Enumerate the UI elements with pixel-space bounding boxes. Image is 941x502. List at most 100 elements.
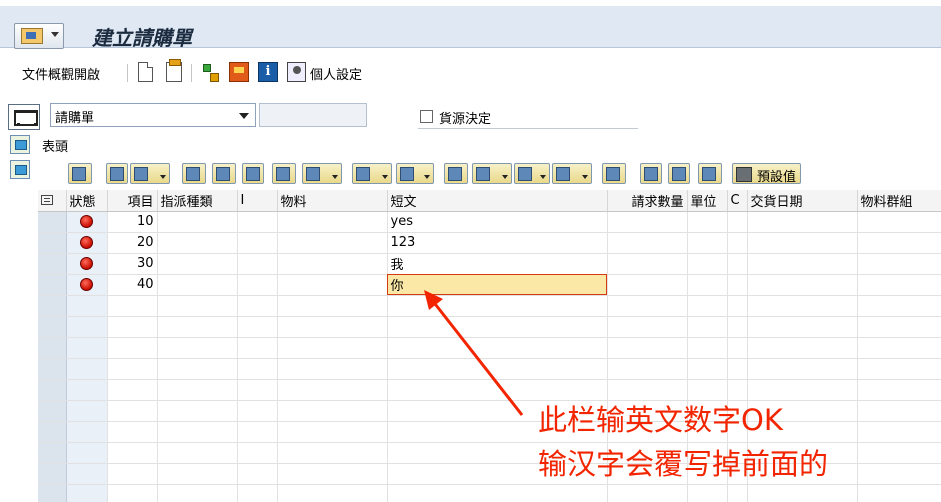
column-header[interactable]: 請求數量 (607, 190, 688, 212)
empty-cell[interactable] (387, 358, 608, 380)
column-header[interactable]: 指派種類 (157, 190, 238, 212)
empty-cell[interactable] (107, 337, 158, 359)
material-cell[interactable] (277, 232, 388, 254)
empty-cell[interactable] (237, 400, 278, 422)
empty-cell[interactable] (157, 484, 238, 502)
column-header[interactable]: C (727, 190, 748, 212)
empty-cell[interactable] (607, 379, 688, 401)
empty-cell[interactable] (857, 400, 941, 422)
category-cell[interactable] (727, 211, 748, 233)
hold-icon[interactable] (166, 59, 182, 82)
empty-cell[interactable] (277, 295, 388, 317)
empty-cell[interactable] (687, 358, 728, 380)
empty-cell[interactable] (387, 316, 608, 338)
short-text-cell[interactable]: yes (387, 211, 608, 233)
empty-cell[interactable] (857, 463, 941, 485)
sum-icon[interactable] (352, 163, 392, 184)
quantity-cell[interactable] (607, 253, 688, 275)
empty-cell[interactable] (687, 379, 728, 401)
empty-cell[interactable] (857, 421, 941, 443)
column-header[interactable]: 物料群組 (857, 190, 941, 212)
layout-icon[interactable] (552, 163, 592, 184)
empty-cell[interactable] (387, 379, 608, 401)
empty-cell[interactable] (277, 463, 388, 485)
empty-cell[interactable] (157, 379, 238, 401)
empty-cell[interactable] (857, 316, 941, 338)
column-header[interactable]: 物料 (277, 190, 388, 212)
material-cell[interactable] (277, 274, 388, 296)
quantity-cell[interactable] (607, 274, 688, 296)
empty-cell[interactable] (277, 484, 388, 502)
empty-cell[interactable] (157, 358, 238, 380)
account-assignment-cell[interactable] (157, 232, 238, 254)
empty-cell[interactable] (157, 295, 238, 317)
empty-cell[interactable] (687, 316, 728, 338)
empty-cell[interactable] (107, 484, 158, 502)
empty-cell[interactable] (747, 337, 858, 359)
empty-cell[interactable] (157, 421, 238, 443)
empty-cell[interactable] (727, 295, 748, 317)
empty-cell[interactable] (107, 400, 158, 422)
expand-header-icon[interactable] (10, 135, 30, 154)
row-selector[interactable] (38, 400, 67, 422)
empty-cell[interactable] (747, 295, 858, 317)
column-header[interactable]: 項目 (107, 190, 158, 212)
row-selector[interactable] (38, 379, 67, 401)
empty-cell[interactable] (157, 337, 238, 359)
empty-cell[interactable] (727, 379, 748, 401)
material-group-cell[interactable] (857, 232, 941, 254)
personal-settings-icon[interactable] (287, 62, 306, 82)
empty-cell[interactable] (277, 379, 388, 401)
copy-icon[interactable] (106, 163, 128, 184)
empty-cell[interactable] (237, 421, 278, 443)
empty-cell[interactable] (687, 295, 728, 317)
empty-cell[interactable] (607, 358, 688, 380)
messages-icon[interactable] (229, 62, 249, 82)
column-header[interactable]: I (237, 190, 278, 212)
empty-cell[interactable] (607, 316, 688, 338)
row-selector[interactable] (38, 295, 67, 317)
delivery-date-cell[interactable] (747, 232, 858, 254)
empty-cell[interactable] (277, 337, 388, 359)
item-category-cell[interactable] (237, 274, 278, 296)
empty-cell[interactable] (747, 358, 858, 380)
empty-cell[interactable] (857, 337, 941, 359)
quantity-cell[interactable] (607, 232, 688, 254)
material-group-cell[interactable] (857, 211, 941, 233)
empty-cell[interactable] (157, 463, 238, 485)
collapse-items-icon[interactable] (10, 160, 30, 179)
row-selector[interactable] (38, 463, 67, 485)
empty-cell[interactable] (157, 400, 238, 422)
empty-cell[interactable] (687, 484, 728, 502)
cart-icon[interactable] (8, 104, 40, 130)
empty-cell[interactable] (727, 316, 748, 338)
empty-cell[interactable] (237, 358, 278, 380)
short-text-cell[interactable]: 123 (387, 232, 608, 254)
empty-cell[interactable] (277, 400, 388, 422)
row-selector[interactable] (38, 274, 67, 296)
account-assignment-cell[interactable] (157, 253, 238, 275)
system-menu-button[interactable] (14, 23, 64, 49)
empty-cell[interactable] (607, 484, 688, 502)
empty-cell[interactable] (727, 358, 748, 380)
export-icon[interactable] (514, 163, 550, 184)
empty-cell[interactable] (387, 484, 608, 502)
material-cell[interactable] (277, 253, 388, 275)
empty-cell[interactable] (747, 316, 858, 338)
check-icon[interactable] (200, 62, 220, 82)
empty-cell[interactable] (727, 337, 748, 359)
empty-cell[interactable] (607, 295, 688, 317)
info-icon[interactable]: i (258, 62, 278, 82)
empty-cell[interactable] (387, 295, 608, 317)
empty-cell[interactable] (237, 337, 278, 359)
print-icon[interactable] (444, 163, 468, 184)
column-header[interactable]: 狀態 (66, 190, 108, 212)
empty-cell[interactable] (607, 337, 688, 359)
column-header[interactable]: 短文 (387, 190, 608, 212)
empty-cell[interactable] (857, 484, 941, 502)
empty-cell[interactable] (857, 358, 941, 380)
row-selector[interactable] (38, 337, 67, 359)
unit-cell[interactable] (687, 253, 728, 275)
delivery-icon[interactable] (698, 163, 722, 184)
material-group-cell[interactable] (857, 274, 941, 296)
